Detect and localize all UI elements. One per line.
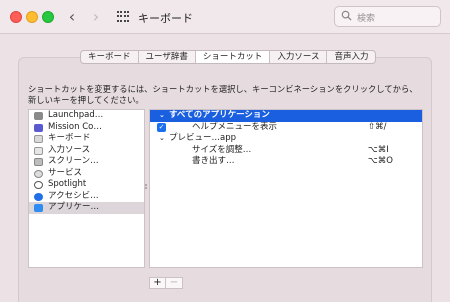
launchpad-icon	[34, 112, 43, 120]
search-icon	[341, 10, 352, 21]
tab-user-dictionary[interactable]: ユーザ辞書	[139, 51, 196, 63]
add-shortcut-button[interactable]: +	[149, 277, 166, 289]
category-label: アプリケー…	[48, 202, 100, 212]
input-source-icon	[34, 146, 43, 155]
mission-control-icon	[34, 123, 43, 132]
app-shortcuts-icon	[34, 204, 43, 212]
shortcut-list: ⌄ すべてのアプリケーション ✓ ヘルプメニューを表示 ⇧⌘/ ⌄ プレビュー……	[149, 109, 423, 268]
category-launchpad[interactable]: Launchpad…	[29, 110, 144, 122]
accessibility-icon	[34, 192, 43, 201]
services-icon	[34, 169, 43, 178]
tab-shortcuts[interactable]: ショートカット	[195, 51, 271, 63]
spotlight-icon	[34, 181, 43, 189]
back-button[interactable]: ‹	[62, 6, 82, 28]
disclosure-down-icon[interactable]: ⌄	[159, 133, 165, 145]
minimize-window-button[interactable]	[26, 11, 38, 23]
disclosure-down-icon[interactable]: ⌄	[159, 110, 165, 122]
show-all-grid-icon[interactable]	[117, 11, 129, 23]
shortcut-label: ヘルプメニューを表示	[192, 121, 278, 132]
shortcut-row-help-menu[interactable]: ✓ ヘルプメニューを表示 ⇧⌘/	[150, 122, 422, 134]
window-title: キーボード	[138, 12, 193, 25]
category-spotlight[interactable]: Spotlight	[29, 179, 144, 191]
tab-bar: キーボード ユーザ辞書 ショートカット 入力ソース 音声入力	[80, 50, 377, 64]
remove-shortcut-button[interactable]: −	[166, 277, 183, 289]
category-label: アクセシビ…	[48, 190, 99, 201]
tab-dictation[interactable]: 音声入力	[327, 51, 375, 63]
category-input-sources[interactable]: 入力ソース	[29, 145, 144, 157]
category-label: Launchpad…	[48, 110, 104, 120]
shortcut-keys[interactable]: ⌥⌘O	[368, 156, 393, 168]
zoom-window-button[interactable]	[42, 11, 54, 23]
shortcut-group-all-apps[interactable]: ⌄ すべてのアプリケーション	[150, 110, 422, 122]
category-list: Launchpad… Mission Co… キーボード 入力ソース スクリーン…	[28, 109, 145, 268]
tab-keyboard[interactable]: キーボード	[81, 51, 139, 63]
title-bar: ‹ › キーボード 検索	[0, 0, 450, 34]
group-label: すべてのアプリケーション	[169, 110, 270, 120]
shortcut-label: サイズを調整…	[192, 144, 252, 155]
tab-input-sources[interactable]: 入力ソース	[270, 51, 328, 63]
forward-button[interactable]: ›	[86, 6, 106, 28]
plus-icon: +	[153, 277, 162, 288]
shortcut-label: 書き出す…	[192, 156, 235, 166]
category-keyboard[interactable]: キーボード	[29, 133, 144, 145]
keyboard-icon	[34, 135, 43, 143]
category-screenshots[interactable]: スクリーン…	[29, 156, 144, 168]
minus-icon: −	[169, 277, 179, 288]
screenshot-icon	[34, 158, 43, 166]
shortcut-row-export[interactable]: 書き出す… ⌥⌘O	[150, 156, 422, 168]
shortcut-keys[interactable]: ⌥⌘I	[368, 145, 389, 157]
shortcut-row-adjust-size[interactable]: サイズを調整… ⌥⌘I	[150, 145, 422, 157]
split-view-handle[interactable]	[145, 184, 148, 190]
shortcut-group-preview[interactable]: ⌄ プレビュー…app	[150, 133, 422, 145]
enabled-checkbox[interactable]: ✓	[157, 122, 166, 132]
category-label: スクリーン…	[48, 156, 99, 166]
search-input[interactable]: 検索	[334, 6, 441, 27]
category-label: サービス	[48, 167, 83, 178]
shortcut-keys[interactable]: ⇧⌘/	[368, 122, 387, 134]
category-label: Spotlight	[48, 179, 87, 189]
search-placeholder: 検索	[357, 14, 376, 24]
category-app-shortcuts[interactable]: アプリケー…	[29, 202, 144, 214]
category-label: Mission Co…	[48, 121, 102, 132]
chevron-right-icon: ›	[92, 7, 100, 26]
category-label: キーボード	[48, 133, 91, 143]
category-label: 入力ソース	[48, 144, 91, 155]
category-services[interactable]: サービス	[29, 168, 144, 180]
close-window-button[interactable]	[10, 11, 22, 23]
chevron-left-icon: ‹	[68, 7, 76, 26]
category-accessibility[interactable]: アクセシビ…	[29, 191, 144, 203]
group-label: プレビュー…app	[169, 133, 237, 143]
checkmark-icon: ✓	[158, 122, 165, 131]
category-mission-control[interactable]: Mission Co…	[29, 122, 144, 134]
instructions-text: ショートカットを変更するには、ショートカットを選択し、キーコンビネーションをクリ…	[28, 84, 418, 105]
